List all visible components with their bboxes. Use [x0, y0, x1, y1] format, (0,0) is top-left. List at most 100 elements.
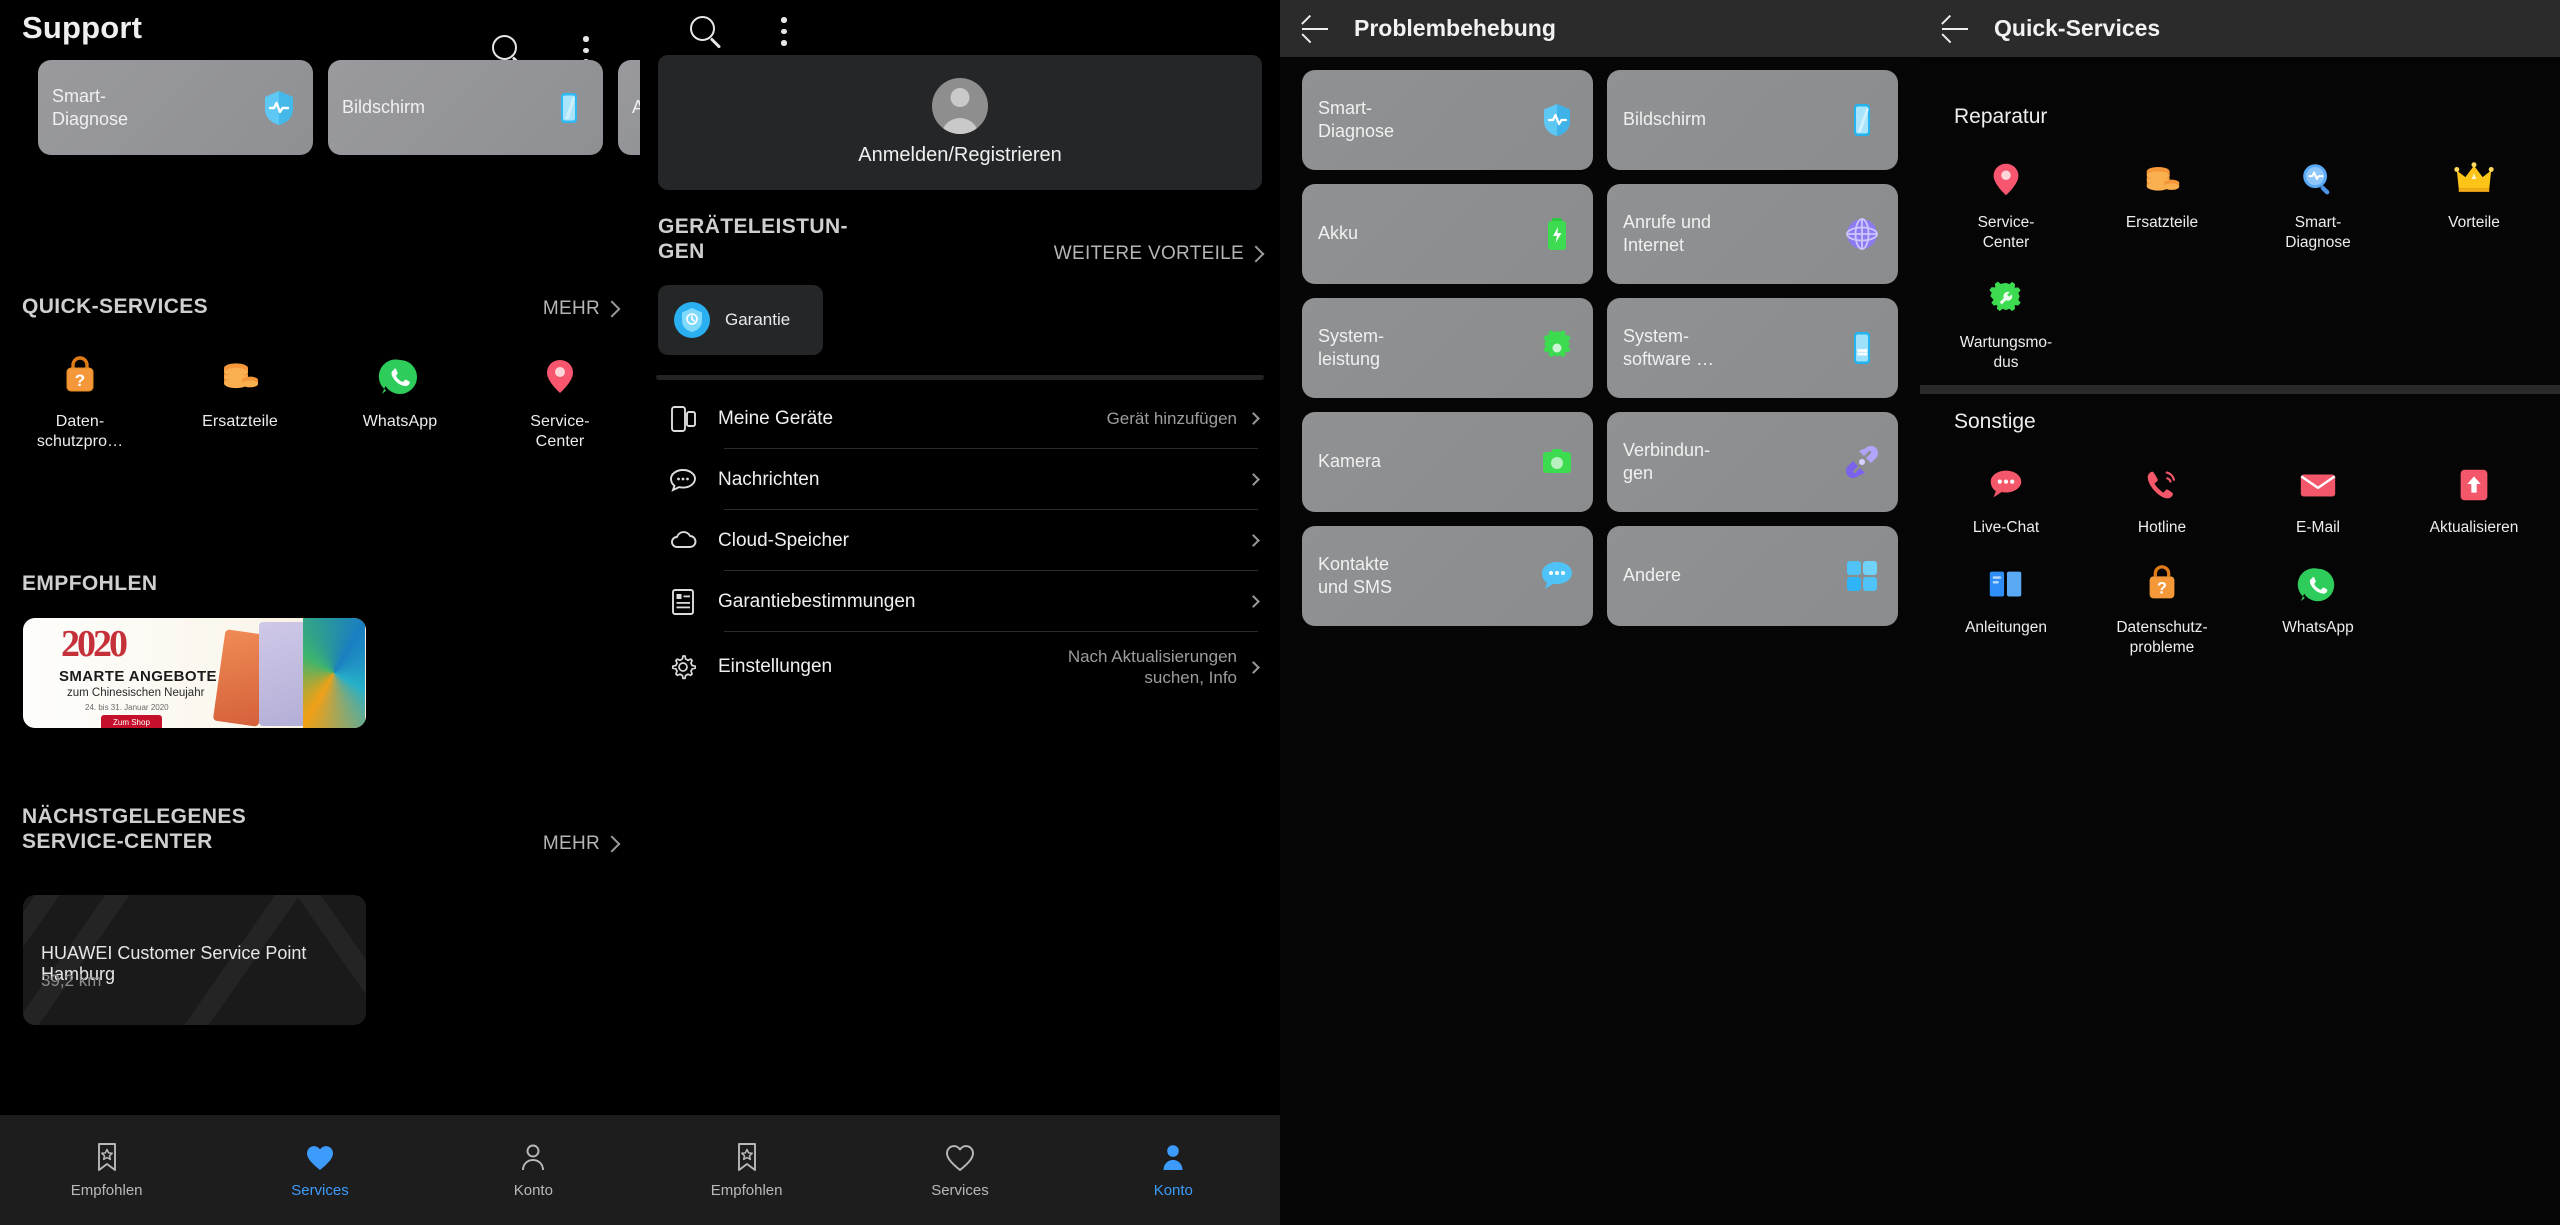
- menu-row-cloud-speicher[interactable]: Cloud-Speicher: [640, 510, 1280, 571]
- menu-value: Gerät hinzufügen: [1106, 408, 1237, 428]
- chevron-right-icon: [1247, 473, 1260, 486]
- banner-subline: zum Chinesischen Neujahr: [67, 687, 205, 699]
- account-signin-card[interactable]: Anmelden/Registrieren: [658, 55, 1262, 190]
- service-label: Live-Chat: [1972, 519, 2040, 536]
- nav-item-services-2[interactable]: Services: [853, 1115, 1066, 1225]
- banner-dates: 24. bis 31. Januar 2020: [85, 703, 169, 712]
- panel-account: Anmelden/Registrieren GERÄTELEISTUN- GEN …: [640, 0, 1280, 1225]
- quick-service-service-center[interactable]: Service- Center: [480, 355, 640, 453]
- section-sonstige: Sonstige Live-Chat Hotline E-Mail Aktual…: [1920, 410, 2560, 658]
- quick-service-ersatzteile[interactable]: Ersatzteile: [160, 355, 320, 453]
- nearest-service-card[interactable]: HUAWEI Customer Service Point Hamburg 39…: [23, 895, 366, 1025]
- chevron-right-icon: [1247, 660, 1260, 674]
- menu-label: Einstellungen: [718, 656, 833, 677]
- quick-services-row: ? Daten-schutzpro… Ersatzteile WhatsApp …: [0, 355, 640, 453]
- quick-service-whatsapp[interactable]: WhatsApp: [320, 355, 480, 453]
- more-label: WEITERE VORTEILE: [1053, 242, 1244, 264]
- manual-book-icon: [1989, 571, 2022, 597]
- chevron-right-icon: [1247, 534, 1260, 547]
- nav-item-konto-2[interactable]: Konto: [1067, 1115, 1280, 1225]
- menu-value: Nach Aktualisierungen suchen, Info: [1067, 646, 1237, 687]
- phone-apps-icon: [1842, 328, 1882, 368]
- grid-apps-icon: [1842, 556, 1882, 596]
- service-label: WhatsApp: [2282, 619, 2354, 637]
- sonstige-icon-grid: Live-Chat Hotline E-Mail Aktualisieren A…: [1920, 464, 2560, 658]
- crown-icon: [2454, 162, 2494, 192]
- top-card-label: A: [632, 97, 640, 118]
- tile-verbindungen[interactable]: Verbindun-gen: [1607, 412, 1898, 512]
- heart-outline-icon: [946, 1145, 974, 1171]
- benefit-card-garantie[interactable]: Garantie: [658, 285, 823, 355]
- panel-support-home: Support Smart- Diagnose Bildschirm A QUIC…: [0, 0, 640, 1225]
- tile-systemsoftware[interactable]: System-software …: [1607, 298, 1898, 398]
- tile-label: Smart- Diagnose: [1318, 97, 1395, 141]
- service-smart-diagnose[interactable]: Smart- Diagnose: [2240, 159, 2396, 253]
- promo-banner[interactable]: 2020 SMARTE ANGEBOTE zum Chinesischen Ne…: [23, 618, 366, 728]
- service-service-center[interactable]: Service- Center: [1928, 159, 2084, 253]
- link-icon: [1842, 442, 1882, 482]
- section-title: NÄCHSTGELEGENES SERVICE-CENTER: [22, 805, 247, 853]
- service-live-chat[interactable]: Live-Chat: [1928, 464, 2084, 538]
- nearest-service-more-link[interactable]: MEHR: [543, 833, 621, 855]
- chevron-right-icon: [1247, 595, 1260, 608]
- back-arrow-icon[interactable]: [1301, 14, 1328, 44]
- tile-akku[interactable]: Akku: [1302, 184, 1593, 284]
- quick-service-datenschutz[interactable]: ? Daten-schutzpro…: [0, 355, 160, 453]
- tile-andere[interactable]: Andere: [1607, 526, 1898, 626]
- chat-bubble-red-icon: [1990, 470, 2022, 498]
- nav-item-konto-1[interactable]: Konto: [427, 1115, 640, 1225]
- service-anleitungen[interactable]: Anleitungen: [1928, 564, 2084, 658]
- phone-screen-icon: [1842, 100, 1882, 140]
- avatar-placeholder-icon: [932, 78, 988, 134]
- top-card-partial[interactable]: A: [618, 60, 640, 155]
- tile-kamera[interactable]: Kamera: [1302, 412, 1593, 512]
- tile-bildschirm[interactable]: Bildschirm: [1607, 70, 1898, 170]
- search-icon[interactable]: [690, 16, 724, 50]
- menu-label: Garantiebestimmungen: [718, 590, 916, 612]
- shield-pulse-icon: [259, 88, 299, 128]
- cloud-icon: [664, 526, 702, 556]
- more-label: MEHR: [542, 297, 600, 319]
- benefit-card-label: Garantie: [725, 310, 791, 329]
- menu-label: Nachrichten: [718, 468, 820, 490]
- back-arrow-icon[interactable]: [1941, 14, 1968, 44]
- service-wartungsmodus[interactable]: Wartungsmo-dus: [1928, 279, 2084, 373]
- tile-label: System-software …: [1623, 325, 1715, 369]
- service-whatsapp[interactable]: WhatsApp: [2240, 564, 2396, 658]
- service-email[interactable]: E-Mail: [2240, 464, 2396, 538]
- menu-row-einstellungen[interactable]: Einstellungen Nach Aktualisierungen suche…: [640, 632, 1280, 702]
- tile-anrufe-internet[interactable]: Anrufe und Internet: [1607, 184, 1898, 284]
- top-card-carousel[interactable]: Smart- Diagnose Bildschirm A: [0, 60, 640, 155]
- chat-bubble-icon: [664, 465, 702, 495]
- service-hotline[interactable]: Hotline: [2084, 464, 2240, 538]
- nav-label: Konto: [513, 1182, 553, 1199]
- nav-label: Services: [931, 1182, 989, 1199]
- service-label: Service- Center: [1977, 214, 2035, 252]
- nav-item-empfohlen-2[interactable]: Empfohlen: [640, 1115, 853, 1225]
- more-vertical-icon[interactable]: [781, 17, 787, 52]
- banner-cta-button[interactable]: Zum Shop: [101, 715, 162, 728]
- tile-systemleistung[interactable]: System-leistung: [1302, 298, 1593, 398]
- service-vorteile[interactable]: Vorteile: [2396, 159, 2552, 253]
- service-aktualisieren[interactable]: Aktualisieren: [2396, 464, 2552, 538]
- nav-item-services-1[interactable]: Services: [213, 1115, 426, 1225]
- menu-row-nachrichten[interactable]: Nachrichten: [640, 449, 1280, 510]
- service-datenschutzprobleme[interactable]: ? Datenschutz-probleme: [2084, 564, 2240, 658]
- location-pin-icon: [547, 360, 573, 393]
- section-title: Sonstige: [1954, 410, 2036, 433]
- menu-row-garantiebestimmungen[interactable]: Garantiebestimmungen: [640, 571, 1280, 632]
- tile-smart-diagnose[interactable]: Smart- Diagnose: [1302, 70, 1593, 170]
- nav-item-empfohlen-1[interactable]: Empfohlen: [0, 1115, 213, 1225]
- service-ersatzteile[interactable]: Ersatzteile: [2084, 159, 2240, 253]
- chevron-right-icon: [603, 835, 621, 853]
- benefits-header: GERÄTELEISTUN- GEN WEITERE VORTEILE: [658, 215, 1265, 265]
- top-card-smart-diagnose[interactable]: Smart- Diagnose: [38, 60, 313, 155]
- tile-label: Andere: [1623, 565, 1682, 586]
- quick-services-more-link[interactable]: MEHR: [542, 297, 621, 320]
- menu-row-meine-geraete[interactable]: Meine Geräte Gerät hinzufügen: [640, 388, 1280, 449]
- panel4-topbar: Quick-Services: [1920, 0, 2560, 57]
- top-card-bildschirm[interactable]: Bildschirm: [328, 60, 603, 155]
- tile-kontakte-sms[interactable]: Kontakte und SMS: [1302, 526, 1593, 626]
- quick-service-label: WhatsApp: [362, 413, 438, 430]
- benefits-more-link[interactable]: WEITERE VORTEILE: [1053, 242, 1265, 265]
